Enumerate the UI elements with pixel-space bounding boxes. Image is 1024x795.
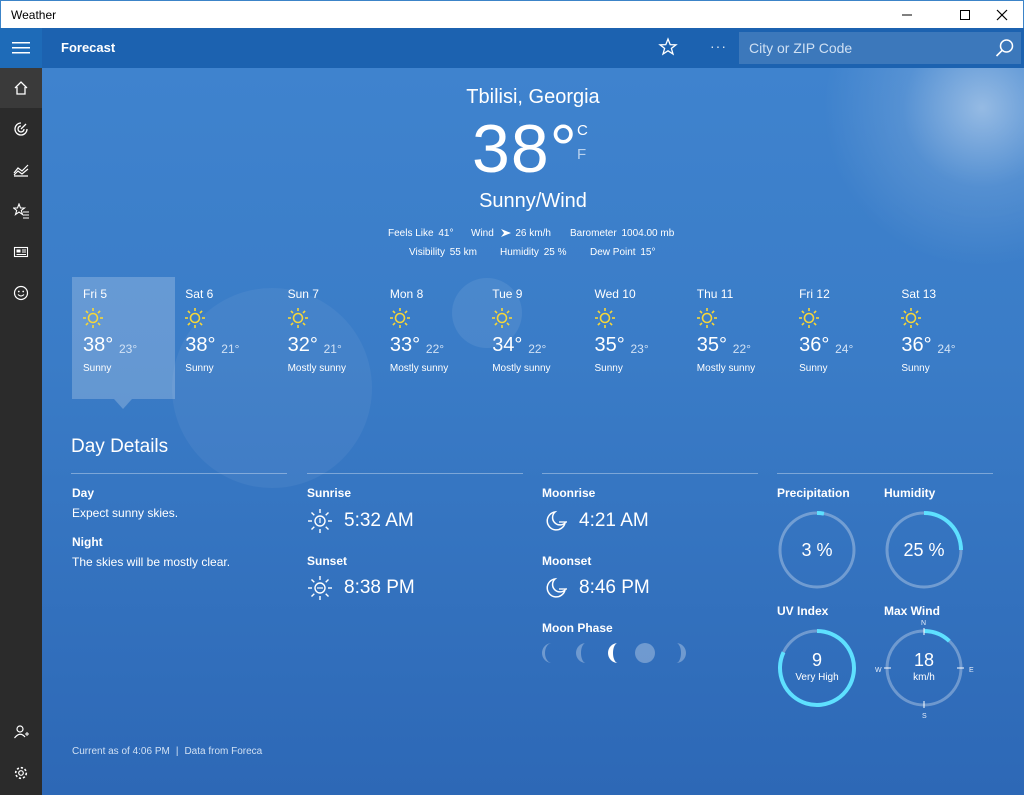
title-bar: Weather xyxy=(0,0,1024,28)
nav-news[interactable] xyxy=(0,232,42,272)
close-button[interactable] xyxy=(979,1,1024,29)
detail-rings xyxy=(778,511,964,708)
left-nav xyxy=(0,28,42,795)
star-icon xyxy=(658,37,678,56)
more-button[interactable]: ··· xyxy=(710,38,727,54)
compass-north: N xyxy=(921,620,927,627)
nav-settings[interactable] xyxy=(0,753,42,793)
maximize-icon xyxy=(960,10,970,20)
humidity-value: 25 % xyxy=(903,540,945,560)
search-box xyxy=(739,32,1021,64)
radar-icon xyxy=(14,122,28,136)
minimize-icon xyxy=(902,14,912,16)
max-wind-unit: km/h xyxy=(913,672,935,683)
footer: Current as of 4:06 PM | Data from Foreca xyxy=(72,746,262,757)
nav-historical[interactable] xyxy=(0,150,42,190)
nav-forecast[interactable] xyxy=(0,68,42,108)
data-source[interactable]: Data from Foreca xyxy=(184,746,262,757)
uv-index-description: Very High xyxy=(795,672,839,683)
news-icon xyxy=(13,246,29,258)
window-title: Weather xyxy=(11,8,57,22)
nav-account[interactable] xyxy=(0,712,42,752)
footer-separator: | xyxy=(175,746,179,757)
precipitation-ring-fill xyxy=(816,511,825,516)
header-bar: Forecast ··· xyxy=(42,28,1024,68)
search-input[interactable] xyxy=(739,32,987,64)
main-content: Tbilisi, Georgia 38° C F Sunny/Wind Feel… xyxy=(42,68,1024,795)
current-as-of: Current as of 4:06 PM xyxy=(72,746,170,757)
page-title: Forecast xyxy=(61,40,116,55)
search-icon xyxy=(995,39,1014,57)
hamburger-icon xyxy=(12,42,30,54)
precipitation-value: 3 % xyxy=(801,540,833,560)
max-wind-value: 18 xyxy=(913,650,935,670)
close-icon xyxy=(996,9,1008,21)
max-wind-ring-fill xyxy=(923,629,951,643)
favorite-button[interactable] xyxy=(658,37,678,62)
nav-feedback[interactable] xyxy=(0,273,42,313)
nav-maps[interactable] xyxy=(0,109,42,149)
gear-icon xyxy=(14,766,28,780)
star-list-icon xyxy=(13,203,29,219)
home-icon xyxy=(14,81,28,95)
chart-icon xyxy=(13,164,29,177)
compass-south: S xyxy=(922,713,927,720)
user-add-icon xyxy=(14,725,29,739)
nav-places[interactable] xyxy=(0,191,42,231)
compass-west: W xyxy=(875,667,882,674)
hamburger-menu-button[interactable] xyxy=(0,28,42,68)
compass-east: E xyxy=(969,667,974,674)
uv-index-value: 9 xyxy=(811,650,822,670)
minimize-button[interactable] xyxy=(884,1,930,29)
search-button[interactable] xyxy=(995,38,1015,63)
smiley-icon xyxy=(13,285,29,301)
